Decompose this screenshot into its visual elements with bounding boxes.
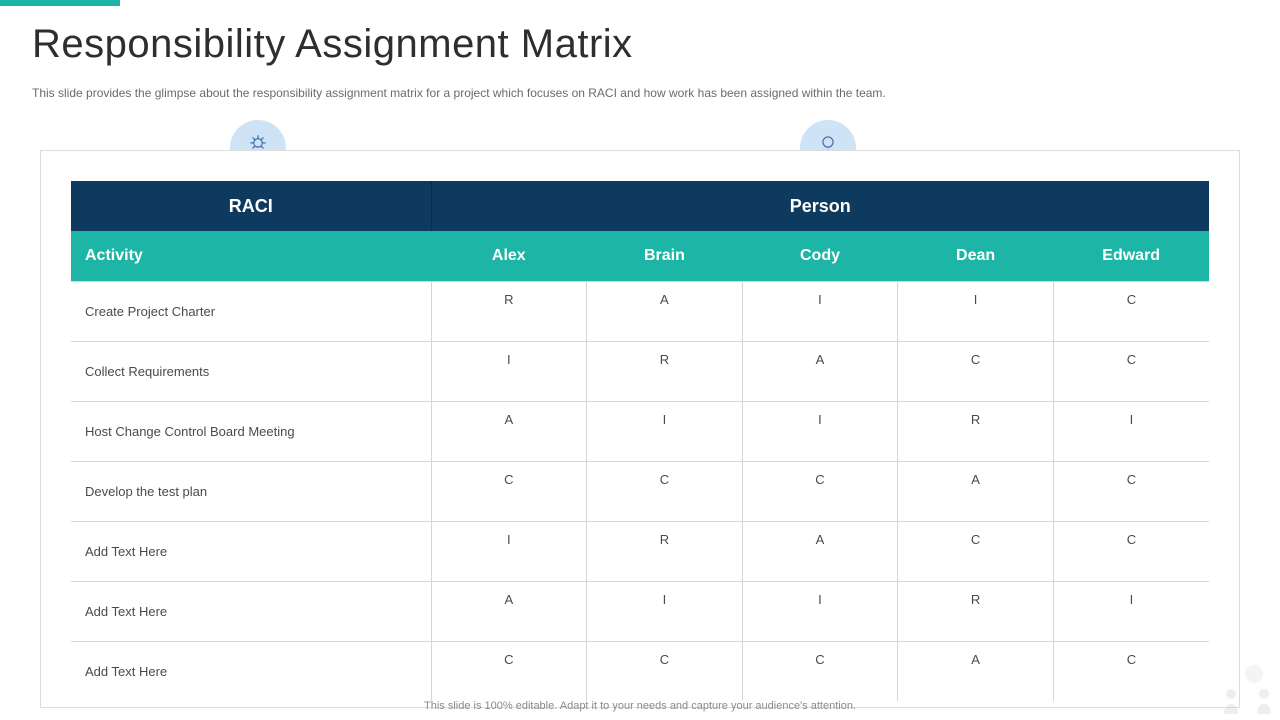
table-row: Add Text Here I R A C C bbox=[71, 521, 1209, 581]
raci-cell: A bbox=[587, 281, 743, 341]
table-row: Add Text Here C C C A C bbox=[71, 641, 1209, 701]
table-row: Collect Requirements I R A C C bbox=[71, 341, 1209, 401]
raci-cell: A bbox=[742, 521, 898, 581]
raci-cell: C bbox=[898, 521, 1054, 581]
activity-cell: Add Text Here bbox=[71, 641, 431, 701]
raci-table-container: RACI Person Activity Alex Brain Cody Dea… bbox=[40, 150, 1240, 708]
raci-cell: R bbox=[431, 281, 587, 341]
activity-cell: Add Text Here bbox=[71, 581, 431, 641]
table-row: Develop the test plan C C C A C bbox=[71, 461, 1209, 521]
raci-cell: C bbox=[1053, 281, 1209, 341]
raci-cell: I bbox=[898, 281, 1054, 341]
activity-cell: Host Change Control Board Meeting bbox=[71, 401, 431, 461]
table-header-columns: Activity Alex Brain Cody Dean Edward bbox=[71, 231, 1209, 281]
raci-cell: I bbox=[587, 581, 743, 641]
raci-cell: I bbox=[742, 281, 898, 341]
activity-cell: Develop the test plan bbox=[71, 461, 431, 521]
raci-cell: A bbox=[742, 341, 898, 401]
table-row: Host Change Control Board Meeting A I I … bbox=[71, 401, 1209, 461]
raci-cell: I bbox=[1053, 401, 1209, 461]
header-raci: RACI bbox=[71, 181, 431, 231]
raci-cell: R bbox=[898, 581, 1054, 641]
raci-cell: C bbox=[431, 641, 587, 701]
raci-cell: A bbox=[431, 401, 587, 461]
col-person-3: Dean bbox=[898, 231, 1054, 281]
page-subtitle: This slide provides the glimpse about th… bbox=[32, 86, 886, 100]
raci-cell: I bbox=[742, 581, 898, 641]
activity-cell: Add Text Here bbox=[71, 521, 431, 581]
raci-cell: C bbox=[742, 461, 898, 521]
raci-cell: C bbox=[1053, 521, 1209, 581]
header-person: Person bbox=[431, 181, 1209, 231]
raci-table: RACI Person Activity Alex Brain Cody Dea… bbox=[71, 181, 1209, 701]
raci-cell: C bbox=[587, 641, 743, 701]
raci-cell: C bbox=[742, 641, 898, 701]
table-row: Add Text Here A I I R I bbox=[71, 581, 1209, 641]
col-person-1: Brain bbox=[587, 231, 743, 281]
raci-cell: I bbox=[742, 401, 898, 461]
raci-cell: A bbox=[898, 641, 1054, 701]
footer-note: This slide is 100% editable. Adapt it to… bbox=[0, 700, 1280, 712]
raci-cell: I bbox=[1053, 581, 1209, 641]
page-title: Responsibility Assignment Matrix bbox=[32, 22, 633, 67]
raci-cell: C bbox=[1053, 461, 1209, 521]
raci-cell: R bbox=[587, 341, 743, 401]
col-activity: Activity bbox=[71, 231, 431, 281]
raci-cell: I bbox=[587, 401, 743, 461]
activity-cell: Collect Requirements bbox=[71, 341, 431, 401]
table-row: Create Project Charter R A I I C bbox=[71, 281, 1209, 341]
raci-cell: C bbox=[1053, 341, 1209, 401]
raci-cell: A bbox=[431, 581, 587, 641]
raci-cell: R bbox=[898, 401, 1054, 461]
raci-cell: C bbox=[587, 461, 743, 521]
raci-cell: C bbox=[1053, 641, 1209, 701]
people-decoration-icon bbox=[1216, 660, 1276, 714]
col-person-4: Edward bbox=[1053, 231, 1209, 281]
raci-cell: R bbox=[587, 521, 743, 581]
raci-cell: A bbox=[898, 461, 1054, 521]
table-header-groups: RACI Person bbox=[71, 181, 1209, 231]
raci-cell: C bbox=[898, 341, 1054, 401]
col-person-0: Alex bbox=[431, 231, 587, 281]
raci-cell: I bbox=[431, 341, 587, 401]
accent-bar bbox=[0, 0, 120, 6]
raci-cell: I bbox=[431, 521, 587, 581]
activity-cell: Create Project Charter bbox=[71, 281, 431, 341]
raci-cell: C bbox=[431, 461, 587, 521]
col-person-2: Cody bbox=[742, 231, 898, 281]
